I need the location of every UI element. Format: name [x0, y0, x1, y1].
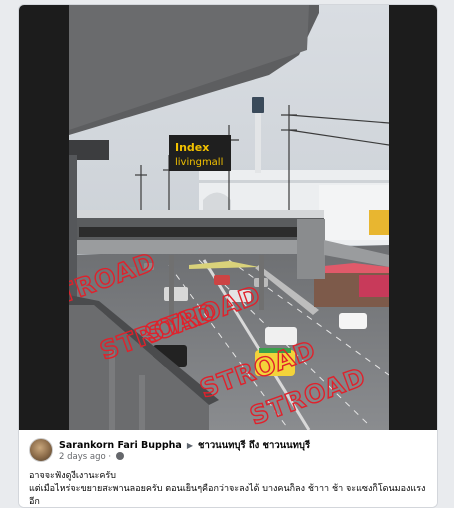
author-avatar[interactable] — [29, 438, 53, 462]
globe-icon — [115, 452, 124, 460]
post-footer: Sarankorn Fari Buppha ▶ ชาวนนทบุรี ถึง ช… — [19, 430, 437, 507]
sign-text-index: Index — [175, 141, 209, 154]
post-timestamp[interactable]: 2 days ago — [59, 452, 106, 462]
meta-dot: · — [108, 452, 112, 462]
sign-text-livingmall: livingmall — [175, 157, 223, 168]
post-photo[interactable]: Index livingmall STROAD STROAD STROAD ST… — [69, 5, 389, 430]
author-name[interactable]: Sarankorn Fari Buppha — [59, 440, 182, 451]
post-text: อาจจะฟังดูงี่เงานะครับ แต่เมื่อไหร่จะขยา… — [29, 470, 433, 507]
author-line: Sarankorn Fari Buppha ▶ ชาวนนทบุรี ถึง ช… — [59, 438, 310, 453]
post-text-line: อีก — [29, 497, 40, 507]
group-arrow-icon: ▶ — [186, 441, 194, 450]
group-name[interactable]: ชาวนนทบุรี ถึง ชาวนนทบุรี — [198, 440, 310, 451]
post-meta: 2 days ago · — [59, 452, 124, 462]
post-media[interactable]: Index livingmall STROAD STROAD STROAD ST… — [19, 5, 437, 430]
facebook-post-card: Index livingmall STROAD STROAD STROAD ST… — [18, 4, 438, 508]
post-text-line: อาจจะฟังดูงี่เงานะครับ — [29, 471, 116, 481]
post-text-line: แต่เมื่อไหร่จะขยายสะพานลอยครับ ตอนเย็นๆค… — [29, 484, 426, 494]
